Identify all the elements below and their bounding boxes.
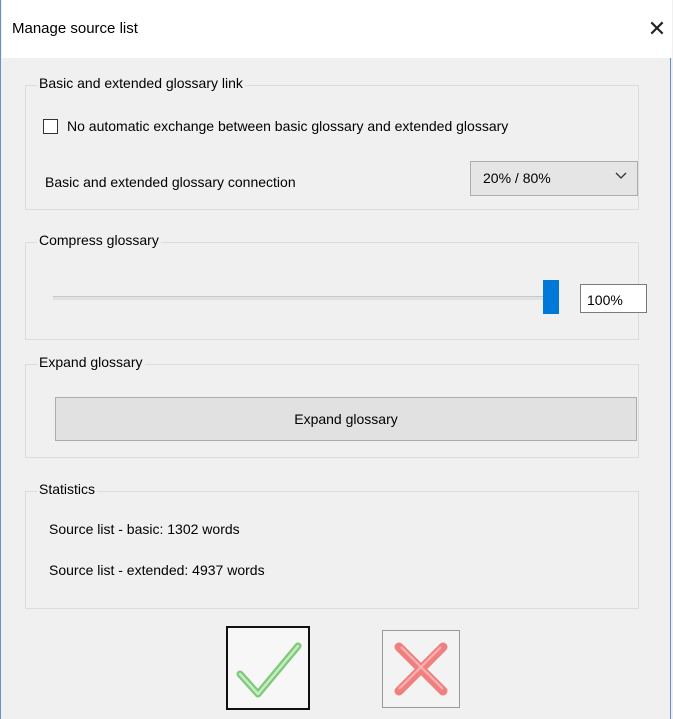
expand-glossary-button-label: Expand glossary <box>294 411 398 427</box>
window-title: Manage source list <box>12 20 138 37</box>
no-auto-exchange-checkbox[interactable] <box>43 119 58 134</box>
glossary-connection-select[interactable]: 20% / 80% <box>470 161 638 196</box>
no-auto-exchange-label[interactable]: No automatic exchange between basic glos… <box>67 118 508 134</box>
compress-glossary-legend: Compress glossary <box>37 232 161 248</box>
compress-value-text: 100% <box>587 292 623 308</box>
dialog-window: Manage source list ✕ Basic and extended … <box>0 0 672 719</box>
close-icon[interactable]: ✕ <box>642 14 672 44</box>
statistics-legend: Statistics <box>37 481 98 497</box>
glossary-connection-label: Basic and extended glossary connection <box>45 174 296 190</box>
ok-button[interactable] <box>226 626 310 710</box>
compress-slider-thumb[interactable] <box>543 280 559 314</box>
title-bar: Manage source list ✕ <box>2 0 672 58</box>
compress-value-box: 100% <box>580 284 647 313</box>
compress-slider-track[interactable] <box>53 296 559 300</box>
check-icon <box>236 642 302 698</box>
glossary-link-legend: Basic and extended glossary link <box>37 75 245 91</box>
cancel-button[interactable] <box>382 630 460 708</box>
expand-glossary-button[interactable]: Expand glossary <box>55 397 637 441</box>
stats-basic-count: Source list - basic: 1302 words <box>49 521 240 537</box>
x-icon <box>394 642 448 696</box>
stats-extended-count: Source list - extended: 4937 words <box>49 562 265 578</box>
glossary-connection-value: 20% / 80% <box>483 170 551 186</box>
expand-glossary-legend: Expand glossary <box>37 354 145 370</box>
chevron-down-icon <box>615 172 627 179</box>
statistics-group <box>25 491 639 609</box>
